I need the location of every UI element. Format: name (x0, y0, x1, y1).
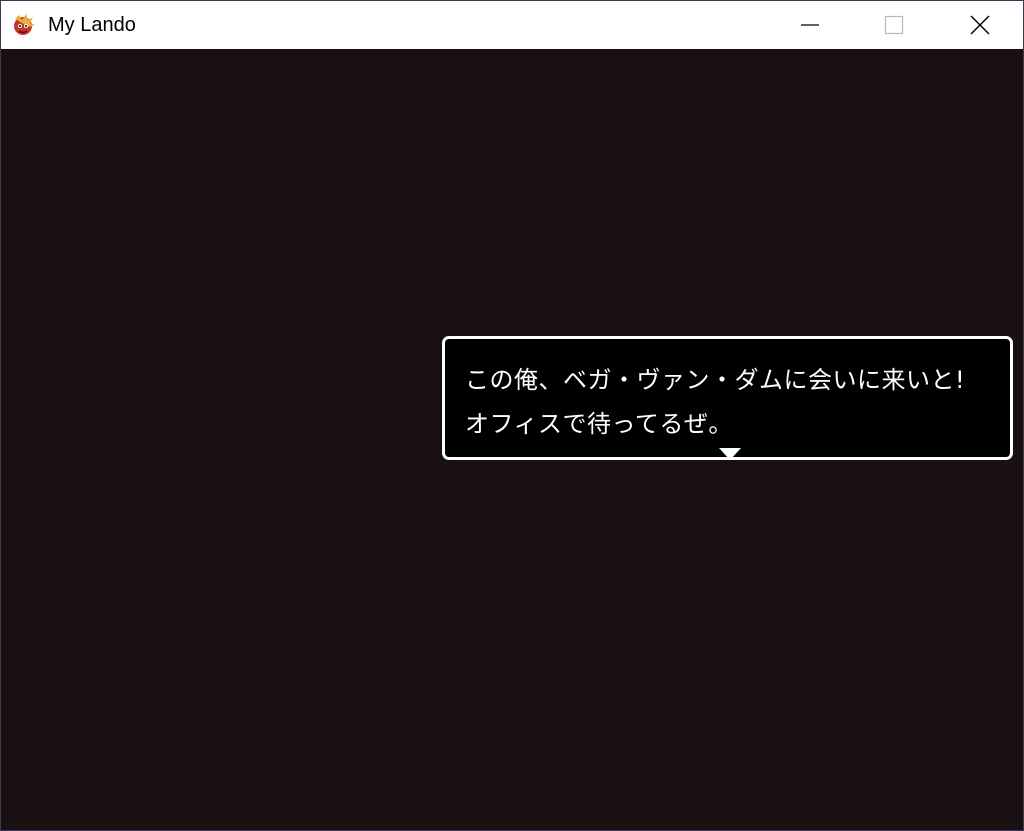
maximize-button[interactable] (852, 1, 936, 49)
triangle-down-icon (719, 448, 741, 460)
maximize-icon (884, 15, 904, 35)
message-window[interactable]: この俺、ベガ・ヴァン・ダムに会いに来いと! オフィスで待ってるぜ。 (442, 336, 1013, 460)
window-title: My Lando (48, 14, 136, 36)
title-bar[interactable]: My Lando (1, 1, 1023, 49)
dialog-line-2: オフィスで待ってるぜ。 (465, 410, 733, 438)
close-icon (970, 15, 990, 35)
close-button[interactable] (938, 1, 1022, 49)
dialog-line-1: この俺、ベガ・ヴァン・ダムに会いに来いと! (465, 366, 966, 394)
minimize-icon (801, 24, 819, 26)
minimize-button[interactable] (768, 1, 852, 49)
game-screen[interactable]: この俺、ベガ・ヴァン・ダムに会いに来いと! オフィスで待ってるぜ。 (1, 49, 1023, 830)
game-app-icon (14, 14, 35, 35)
app-window: My Lando この俺、ベガ・ヴァン・ダムに会いに来いと! オフィスで待ってる… (0, 0, 1024, 831)
